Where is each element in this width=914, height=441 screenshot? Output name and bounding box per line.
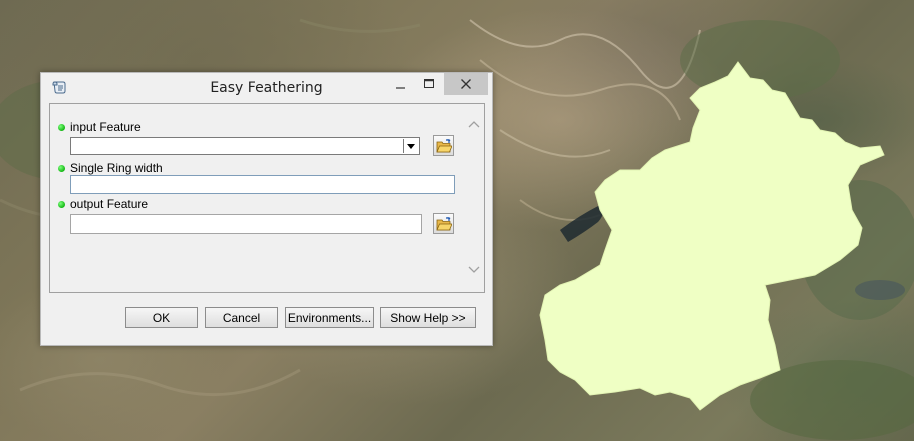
cancel-button[interactable]: Cancel [205,307,278,328]
required-parameter-icon [58,123,65,131]
parameters-panel: input Feature Single Ring width output F… [49,103,485,293]
title-bar[interactable]: Easy Feathering [41,73,492,103]
required-parameter-icon [58,164,65,172]
open-folder-icon [435,138,452,152]
single-ring-width-label: Single Ring width [58,161,163,175]
single-ring-width-input[interactable] [70,175,455,194]
output-feature-input[interactable] [70,214,422,234]
output-feature-label: output Feature [58,197,148,211]
scroll-down-icon[interactable] [468,266,480,274]
output-feature-label-text: output Feature [70,197,149,211]
input-feature-browse-button[interactable] [433,135,454,156]
scroll-up-icon[interactable] [468,120,480,128]
single-ring-width-label-text: Single Ring width [70,161,163,175]
input-feature-label: input Feature [58,120,141,134]
close-icon [461,79,471,89]
minimize-icon [396,87,405,89]
minimize-button[interactable] [386,73,416,95]
show-help-button[interactable]: Show Help >> [380,307,476,328]
dropdown-arrow-icon[interactable] [403,139,418,153]
maximize-icon [424,79,434,88]
maximize-button[interactable] [414,73,444,95]
close-button[interactable] [444,73,488,95]
easy-feathering-dialog: Easy Feathering input Feature Single Rin… [40,72,493,346]
input-feature-label-text: input Feature [70,120,141,134]
input-feature-dropdown[interactable] [70,137,420,155]
environments-button[interactable]: Environments... [285,307,374,328]
open-folder-icon [435,216,452,230]
ok-button[interactable]: OK [125,307,198,328]
vertical-scrollbar[interactable] [466,106,482,290]
output-feature-browse-button[interactable] [433,213,454,234]
required-parameter-icon [58,200,65,208]
